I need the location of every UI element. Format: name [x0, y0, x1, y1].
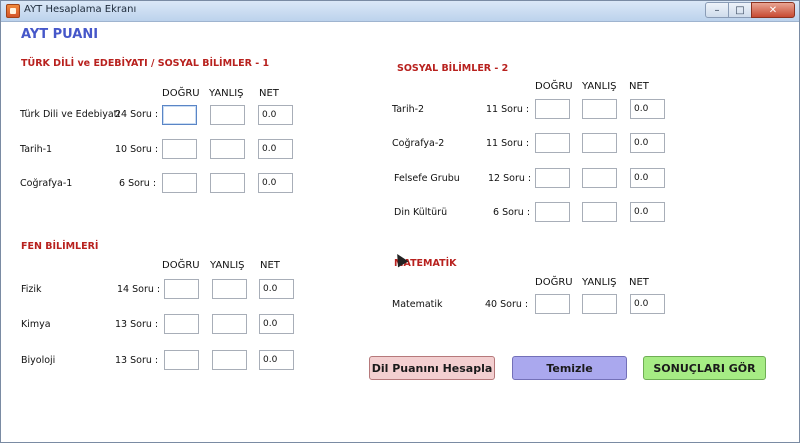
felsefe-net-field[interactable] — [630, 168, 665, 188]
biyoloji-yanlis-input[interactable] — [212, 350, 247, 370]
app-window: AYT Hesaplama Ekranı – □ ✕ AYT PUANI TÜR… — [0, 0, 800, 443]
close-button[interactable]: ✕ — [751, 2, 795, 18]
header-net: NET — [629, 277, 649, 288]
kimya-net-field[interactable] — [259, 314, 294, 334]
count-tarih-2: 11 Soru : — [486, 104, 530, 115]
label-tarih-1: Tarih-1 — [20, 144, 53, 155]
felsefe-yanlis-input[interactable] — [582, 168, 617, 188]
biyoloji-dogru-input[interactable] — [164, 350, 199, 370]
label-fizik: Fizik — [21, 284, 42, 295]
window-controls: – □ ✕ — [705, 2, 795, 19]
header-net: NET — [260, 260, 280, 271]
section-title-sosyal-2: SOSYAL BİLİMLER - 2 — [397, 63, 509, 74]
cografya-2-dogru-input[interactable] — [535, 133, 570, 153]
dil-puani-hesapla-button[interactable]: Dil Puanını Hesapla — [369, 356, 495, 380]
tarih-1-dogru-input[interactable] — [162, 139, 197, 159]
sonuclari-gor-button[interactable]: SONUÇLARI GÖR — [643, 356, 766, 380]
page-title: AYT PUANI — [21, 27, 99, 42]
kimya-dogru-input[interactable] — [164, 314, 199, 334]
header-net: NET — [259, 88, 279, 99]
header-yanlis: YANLIŞ — [209, 88, 244, 99]
count-tarih-1: 10 Soru : — [115, 144, 159, 155]
header-net: NET — [629, 81, 649, 92]
matematik-yanlis-input[interactable] — [582, 294, 617, 314]
fizik-dogru-input[interactable] — [164, 279, 199, 299]
temizle-button[interactable]: Temizle — [512, 356, 627, 380]
title-bar: AYT Hesaplama Ekranı – □ ✕ — [1, 1, 799, 22]
count-cografya-2: 11 Soru : — [486, 138, 530, 149]
section-title-fen: FEN BİLİMLERİ — [21, 241, 99, 252]
window-title: AYT Hesaplama Ekranı — [24, 4, 137, 15]
minimize-button[interactable]: – — [705, 2, 729, 18]
label-turk-dili: Türk Dili ve Edebiyatı — [20, 109, 121, 120]
count-biyoloji: 13 Soru : — [115, 355, 159, 366]
section-title-tde: TÜRK DİLİ ve EDEBİYATI / SOSYAL BİLİMLER… — [21, 58, 270, 69]
header-yanlis: YANLIŞ — [582, 81, 617, 92]
felsefe-dogru-input[interactable] — [535, 168, 570, 188]
header-dogru: DOĞRU — [535, 277, 573, 288]
header-dogru: DOĞRU — [535, 81, 573, 92]
label-tarih-2: Tarih-2 — [392, 104, 425, 115]
count-cografya-1: 6 Soru : — [119, 178, 157, 189]
kimya-yanlis-input[interactable] — [212, 314, 247, 334]
tarih-2-dogru-input[interactable] — [535, 99, 570, 119]
tarih-1-yanlis-input[interactable] — [210, 139, 245, 159]
maximize-button[interactable]: □ — [728, 2, 752, 18]
cografya-1-dogru-input[interactable] — [162, 173, 197, 193]
label-kimya: Kimya — [21, 319, 51, 330]
turk-dili-net-field[interactable] — [258, 105, 293, 125]
count-kimya: 13 Soru : — [115, 319, 159, 330]
header-yanlis: YANLIŞ — [210, 260, 245, 271]
count-turk-dili: 24 Soru : — [115, 109, 159, 120]
din-kulturu-dogru-input[interactable] — [535, 202, 570, 222]
header-yanlis: YANLIŞ — [582, 277, 617, 288]
turk-dili-dogru-input[interactable] — [162, 105, 197, 125]
tarih-2-yanlis-input[interactable] — [582, 99, 617, 119]
din-kulturu-yanlis-input[interactable] — [582, 202, 617, 222]
label-cografya-1: Coğrafya-1 — [20, 178, 73, 189]
cografya-2-net-field[interactable] — [630, 133, 665, 153]
tarih-1-net-field[interactable] — [258, 139, 293, 159]
label-din-kulturu: Din Kültürü — [394, 207, 448, 218]
turk-dili-yanlis-input[interactable] — [210, 105, 245, 125]
label-matematik: Matematik — [392, 299, 443, 310]
label-felsefe: Felsefe Grubu — [394, 173, 460, 184]
count-felsefe: 12 Soru : — [488, 173, 532, 184]
header-dogru: DOĞRU — [162, 88, 200, 99]
label-cografya-2: Coğrafya-2 — [392, 138, 445, 149]
matematik-net-field[interactable] — [630, 294, 665, 314]
cografya-1-net-field[interactable] — [258, 173, 293, 193]
fizik-yanlis-input[interactable] — [212, 279, 247, 299]
din-kulturu-net-field[interactable] — [630, 202, 665, 222]
count-din-kulturu: 6 Soru : — [493, 207, 531, 218]
matematik-dogru-input[interactable] — [535, 294, 570, 314]
biyoloji-net-field[interactable] — [259, 350, 294, 370]
app-icon — [6, 4, 20, 18]
cografya-2-yanlis-input[interactable] — [582, 133, 617, 153]
tarih-2-net-field[interactable] — [630, 99, 665, 119]
count-matematik: 40 Soru : — [485, 299, 529, 310]
label-biyoloji: Biyoloji — [21, 355, 56, 366]
header-dogru: DOĞRU — [162, 260, 200, 271]
fizik-net-field[interactable] — [259, 279, 294, 299]
count-fizik: 14 Soru : — [117, 284, 161, 295]
cografya-1-yanlis-input[interactable] — [210, 173, 245, 193]
